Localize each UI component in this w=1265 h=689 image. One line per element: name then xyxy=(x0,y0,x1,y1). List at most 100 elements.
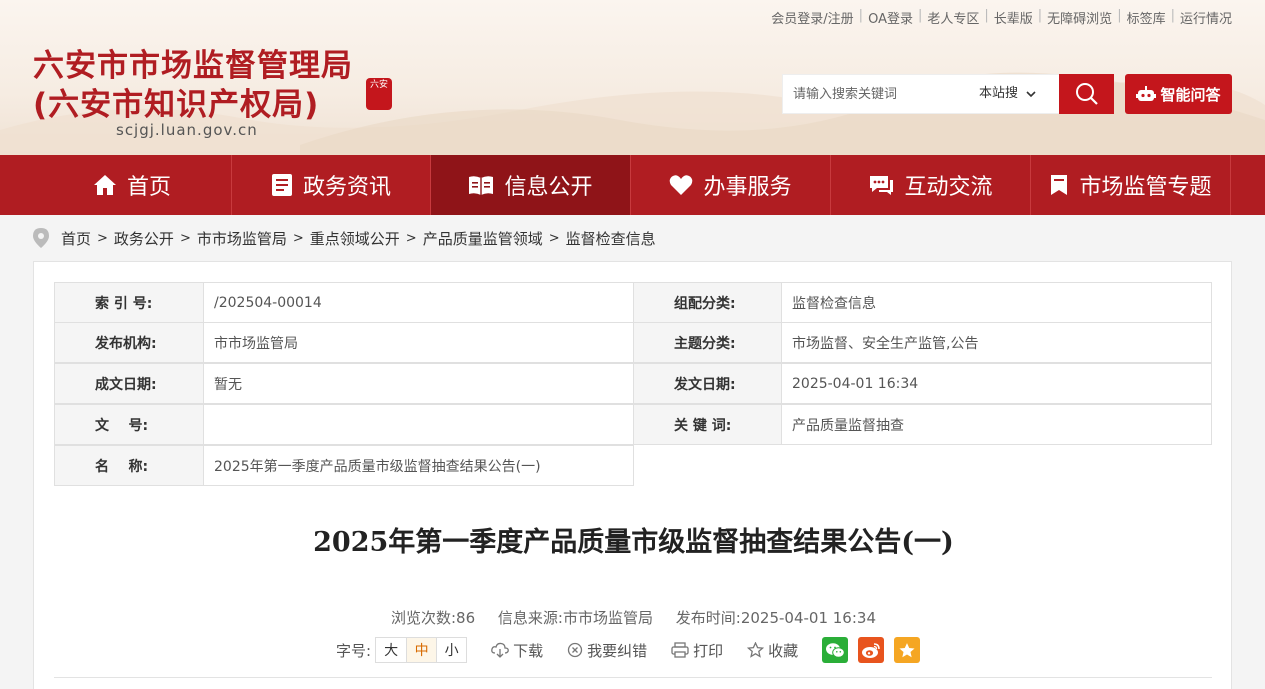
cloud-download-icon xyxy=(491,642,509,658)
nav-item-label: 首页 xyxy=(126,175,171,200)
breadcrumb-home[interactable]: 首页 xyxy=(61,228,91,249)
favorite-button[interactable]: 收藏 xyxy=(747,640,798,661)
print-button[interactable]: 打印 xyxy=(671,640,723,661)
nav-item-market-topics[interactable]: 市场监管专题 xyxy=(1031,155,1231,215)
favorite-label: 收藏 xyxy=(768,641,799,660)
meta-label: 组配分类: xyxy=(633,282,782,323)
news-icon xyxy=(271,174,292,196)
nav-item-info-open[interactable]: 信息公开 xyxy=(431,155,631,215)
meta-value-keywords: 产品质量监督抽查 xyxy=(781,404,1212,445)
search-box: 本站搜 xyxy=(782,74,1060,114)
star-icon xyxy=(899,642,915,657)
breadcrumb-key-areas[interactable]: 重点领域公开 xyxy=(310,228,400,249)
wechat-icon xyxy=(826,642,845,658)
breadcrumb: 首页 > 政务公开 > 市市场监管局 > 重点领域公开 > 产品质量监管领域 >… xyxy=(33,227,656,249)
content-divider xyxy=(54,677,1212,678)
breadcrumb-separator: > xyxy=(292,230,304,246)
meta-label: 文 号: xyxy=(54,404,204,445)
share-wechat-button[interactable] xyxy=(822,637,849,663)
font-size-large[interactable]: 大 xyxy=(376,638,406,662)
breadcrumb-quality[interactable]: 产品质量监管领域 xyxy=(423,228,543,249)
seal-logo: 六安 xyxy=(366,78,392,110)
nav-item-label: 办事服务 xyxy=(703,175,792,200)
nav-item-label: 互动交流 xyxy=(904,175,993,200)
share-favorite-button[interactable] xyxy=(894,637,921,663)
breadcrumb-gov-open[interactable]: 政务公开 xyxy=(114,228,174,249)
content-panel: 索 引 号: /202504-00014 组配分类: 监督检查信息 发布机构: … xyxy=(33,261,1232,689)
robot-icon xyxy=(1136,86,1157,101)
location-pin-icon xyxy=(33,228,49,248)
font-size-small[interactable]: 小 xyxy=(436,638,466,662)
breadcrumb-inspection[interactable]: 监督检查信息 xyxy=(566,228,656,249)
print-label: 打印 xyxy=(693,641,724,660)
meta-row: 文 号: 关 键 词: 产品质量监督抽查 xyxy=(54,404,1212,445)
main-nav: 首页 政务资讯 信息公开 办事服务 互动交流 市场监管专题 xyxy=(0,155,1265,215)
meta-label: 发布机构: xyxy=(54,322,204,363)
top-link-separator: | xyxy=(1037,8,1043,23)
font-size-label: 字号: xyxy=(336,641,372,660)
report-error-button[interactable]: 我要纠错 xyxy=(567,640,647,661)
search-scope-select[interactable]: 本站搜 xyxy=(979,75,1036,113)
seal-text: 六安 xyxy=(369,80,388,90)
breadcrumb-separator: > xyxy=(405,230,417,246)
bookmark-icon xyxy=(1051,175,1068,195)
breadcrumb-bureau[interactable]: 市市场监管局 xyxy=(197,228,287,249)
top-link-login[interactable]: 会员登录/注册 xyxy=(771,8,853,27)
top-link-separator: | xyxy=(1170,8,1175,23)
report-error-label: 我要纠错 xyxy=(587,641,648,660)
home-icon xyxy=(93,175,116,195)
meta-value-docno xyxy=(203,404,634,445)
top-link-elder-zone[interactable]: 老人专区 xyxy=(927,8,979,27)
site-title-line2[interactable]: (六安市知识产权局) xyxy=(33,79,319,124)
ai-assistant-button[interactable]: 智能问答 xyxy=(1125,74,1232,114)
meta-value-name: 2025年第一季度产品质量市级监督抽查结果公告(一) xyxy=(203,445,634,486)
meta-label: 主题分类: xyxy=(633,322,782,363)
search-icon xyxy=(1075,83,1098,105)
share-weibo-button[interactable] xyxy=(858,637,885,663)
meta-label: 索 引 号: xyxy=(54,282,204,323)
top-link-tags[interactable]: 标签库 xyxy=(1127,8,1166,27)
top-link-status[interactable]: 运行情况 xyxy=(1180,8,1232,27)
view-count: 浏览次数:86 xyxy=(390,609,476,627)
search-input[interactable] xyxy=(783,75,973,113)
meta-label: 发文日期: xyxy=(633,363,782,404)
publish-time: 发布时间:2025-04-01 16:34 xyxy=(675,609,876,627)
meta-value-category: 监督检查信息 xyxy=(781,282,1212,323)
weibo-icon xyxy=(862,642,880,658)
meta-label: 名 称: xyxy=(54,445,204,486)
meta-value-issued: 2025-04-01 16:34 xyxy=(781,363,1212,404)
top-link-separator: | xyxy=(917,8,923,23)
meta-row: 名 称: 2025年第一季度产品质量市级监督抽查结果公告(一) xyxy=(54,445,634,486)
top-link-separator: | xyxy=(858,8,864,23)
font-size-medium[interactable]: 中 xyxy=(406,638,437,662)
nav-item-home[interactable]: 首页 xyxy=(33,155,232,215)
star-outline-icon xyxy=(747,642,765,658)
breadcrumb-separator: > xyxy=(97,230,108,246)
open-book-icon xyxy=(469,176,494,195)
site-domain: scjgj.luan.gov.cn xyxy=(116,121,258,139)
meta-value-created: 暂无 xyxy=(203,363,634,404)
top-link-elder-version[interactable]: 长辈版 xyxy=(994,8,1033,27)
download-button[interactable]: 下载 xyxy=(491,640,543,661)
nav-item-interaction[interactable]: 互动交流 xyxy=(831,155,1031,215)
meta-value-topic: 市场监督、安全生产监管,公告 xyxy=(781,322,1212,363)
top-link-accessibility[interactable]: 无障碍浏览 xyxy=(1047,8,1112,27)
meta-row: 发布机构: 市市场监管局 主题分类: 市场监督、安全生产监管,公告 xyxy=(54,322,1212,363)
meta-value-publisher: 市市场监管局 xyxy=(203,322,634,363)
nav-item-label: 政务资讯 xyxy=(302,175,391,200)
search-button[interactable] xyxy=(1059,74,1114,114)
top-link-separator: | xyxy=(984,8,989,23)
nav-item-services[interactable]: 办事服务 xyxy=(631,155,831,215)
article-tools: 字号: 大 中 小 下载 我要纠错 打印 收藏 xyxy=(336,636,921,664)
top-links: 会员登录/注册 | OA登录 | 老人专区 | 长辈版 | 无障碍浏览 | 标签… xyxy=(771,8,1232,27)
breadcrumb-separator: > xyxy=(179,230,191,246)
nav-item-label: 信息公开 xyxy=(504,175,593,200)
top-link-separator: | xyxy=(1117,8,1122,23)
breadcrumb-separator: > xyxy=(548,230,560,246)
nav-item-news[interactable]: 政务资讯 xyxy=(232,155,431,215)
top-link-oa[interactable]: OA登录 xyxy=(868,8,913,27)
heart-icon xyxy=(670,175,693,195)
font-size-group: 大 中 小 xyxy=(375,637,468,663)
article-info: 浏览次数:86 信息来源:市市场监管局 发布时间:2025-04-01 16:3… xyxy=(34,607,1233,628)
search-scope-label: 本站搜 xyxy=(979,86,1019,101)
